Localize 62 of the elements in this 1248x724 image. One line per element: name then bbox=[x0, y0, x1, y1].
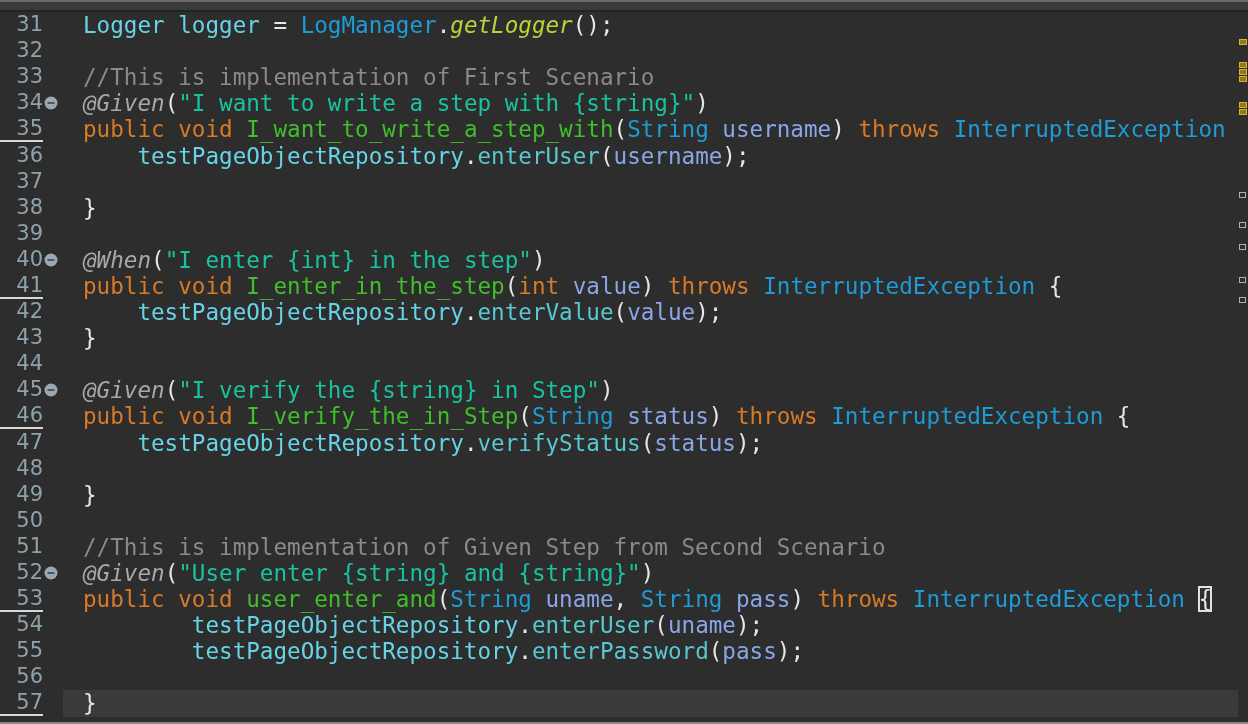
warning-marker[interactable] bbox=[1239, 62, 1247, 68]
code-line: public void I_enter_in_the_step(int value) throws InterruptedException { bbox=[83, 273, 1063, 299]
code-line: //This is implementation of Given Step from Second Scenario bbox=[83, 533, 886, 560]
code-line: public void I_verify_the_in_Step(String status) throws InterruptedException { bbox=[83, 403, 1131, 430]
code-line: @When("I enter {int} in the step") bbox=[83, 246, 546, 273]
code-line: public void user_enter_and(String uname, String pass) throws InterruptedException { bbox=[83, 586, 1213, 613]
collapse-icon[interactable] bbox=[44, 566, 58, 580]
warning-marker[interactable] bbox=[1239, 102, 1247, 108]
line-number: 41 bbox=[0, 273, 43, 299]
code-line: testPageObjectRepository.verifyStatus(status); bbox=[136, 429, 764, 456]
occurrence-marker[interactable] bbox=[1239, 297, 1246, 303]
line-number: 52 bbox=[15, 560, 43, 586]
occurrence-marker[interactable] bbox=[1239, 192, 1246, 198]
line-number: 48 bbox=[15, 455, 43, 482]
collapse-icon[interactable] bbox=[44, 383, 58, 398]
line-number: 53 bbox=[0, 586, 43, 613]
line-number: 38 bbox=[15, 194, 43, 221]
line-number: 51 bbox=[15, 533, 43, 560]
line-number: 57 bbox=[0, 690, 43, 717]
line-number: 43 bbox=[15, 325, 43, 352]
warning-marker[interactable] bbox=[1239, 39, 1247, 45]
warning-marker[interactable] bbox=[1239, 69, 1247, 75]
line-number: 40 bbox=[15, 246, 43, 273]
line-number: 33 bbox=[15, 64, 43, 91]
line-number: 50 bbox=[15, 507, 43, 534]
line-number: 47 bbox=[15, 429, 43, 456]
line-number: 42 bbox=[15, 299, 43, 326]
code-line: Logger logger = LogManager.getLogger(); bbox=[83, 12, 614, 39]
line-number: 37 bbox=[15, 168, 43, 195]
code-line: @Given("User enter {string} and {string}") bbox=[83, 560, 655, 586]
code-line: } bbox=[83, 325, 97, 352]
code-line: } bbox=[83, 481, 97, 508]
line-number: 45 bbox=[15, 377, 43, 404]
line-number: 54 bbox=[15, 612, 43, 639]
line-number: 39 bbox=[15, 220, 43, 247]
occurrence-marker[interactable] bbox=[1239, 277, 1246, 283]
line-number: 36 bbox=[15, 142, 43, 169]
code-line: @Given("I want to write a step with {string}") bbox=[83, 90, 709, 117]
line-number: 32 bbox=[15, 38, 43, 65]
code-line: @Given("I verify the {string} in Step") bbox=[83, 377, 614, 404]
occurrence-marker[interactable] bbox=[1239, 244, 1246, 250]
line-number: 56 bbox=[15, 664, 43, 691]
line-number: 31 bbox=[15, 12, 43, 39]
warning-marker[interactable] bbox=[1239, 76, 1247, 82]
collapse-icon[interactable] bbox=[44, 252, 58, 267]
code-line: testPageObjectRepository.enterValue(value); bbox=[136, 299, 723, 326]
code-line: testPageObjectRepository.enterUser(uname); bbox=[190, 612, 764, 639]
line-number: 34 bbox=[15, 90, 43, 117]
code-line: public void I_want_to_write_a_step_with(String username) throws InterruptedException bbox=[83, 116, 1226, 143]
code-line: } bbox=[83, 690, 97, 717]
code-line: } bbox=[83, 194, 97, 221]
line-number: 46 bbox=[0, 403, 43, 430]
line-number: 49 bbox=[15, 481, 43, 508]
code-line: testPageObjectRepository.enterPassword(pass); bbox=[190, 638, 804, 665]
line-number: 44 bbox=[15, 351, 43, 378]
line-number: 35 bbox=[0, 116, 43, 143]
code-line: testPageObjectRepository.enterUser(username); bbox=[136, 142, 750, 169]
warning-marker[interactable] bbox=[1239, 109, 1247, 115]
collapse-icon[interactable] bbox=[44, 96, 58, 111]
occurrence-marker[interactable] bbox=[1239, 222, 1246, 228]
code-line: //This is implementation of First Scenario bbox=[83, 64, 655, 91]
line-number: 55 bbox=[15, 638, 43, 665]
